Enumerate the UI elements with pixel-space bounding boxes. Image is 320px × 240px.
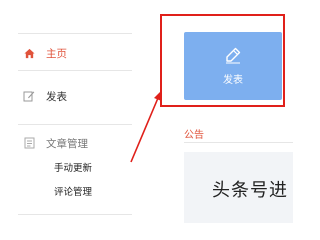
- annotation-arrow: [130, 92, 162, 163]
